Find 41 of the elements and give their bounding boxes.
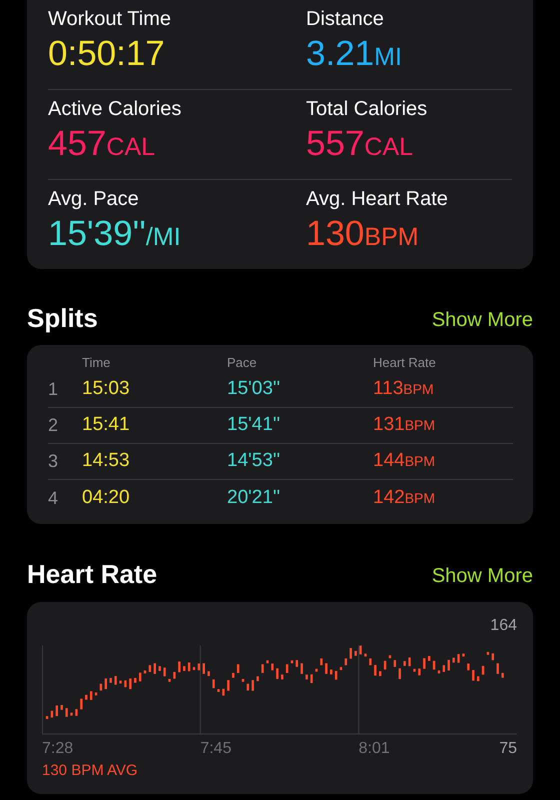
show-more-link[interactable]: Show More — [432, 562, 533, 590]
time-axis-label: 7:45 — [200, 739, 232, 759]
metric-value: 3.21MI — [306, 33, 402, 75]
metric-label: Avg. Pace — [48, 187, 139, 212]
split-heart-rate: 131BPM — [373, 413, 436, 438]
metric-label: Distance — [306, 7, 384, 32]
metric-value: 557CAL — [306, 123, 414, 165]
split-number: 4 — [48, 486, 58, 510]
show-more-link[interactable]: Show More — [432, 306, 533, 334]
split-number: 1 — [48, 378, 58, 401]
time-axis-label: 8:01 — [358, 739, 390, 759]
split-pace: 15'41'' — [227, 413, 280, 438]
time-axis-label: 7:28 — [42, 739, 74, 759]
split-pace: 20'21'' — [227, 486, 280, 510]
metric-value: 457CAL — [48, 123, 156, 165]
split-number: 3 — [48, 450, 58, 473]
split-heart-rate: 144BPM — [373, 449, 436, 474]
metric-label: Active Calories — [48, 97, 182, 122]
metric-value: 15'39''/MI — [48, 213, 181, 255]
section-title: Splits — [27, 302, 98, 334]
chart-max-label: 164 — [490, 616, 517, 636]
chart-min-label: 75 — [499, 739, 517, 759]
metric-label: Total Calories — [306, 97, 428, 122]
metric-label: Avg. Heart Rate — [306, 187, 448, 212]
split-time: 15:41 — [82, 413, 130, 438]
metric-value: 130BPM — [306, 213, 419, 255]
split-heart-rate: 142BPM — [373, 486, 436, 510]
split-pace: 14'53'' — [227, 449, 280, 474]
section-title: Heart Rate — [27, 558, 158, 590]
column-header: Pace — [227, 354, 257, 372]
column-header: Heart Rate — [373, 354, 436, 372]
metric-value: 0:50:17 — [48, 33, 165, 75]
column-header: Time — [82, 354, 110, 372]
split-time: 04:20 — [82, 486, 130, 510]
metric-label: Workout Time — [48, 7, 171, 32]
split-number: 2 — [48, 414, 58, 437]
split-heart-rate: 113BPM — [373, 377, 434, 402]
average-heart-rate: 130 BPM AVG — [42, 761, 138, 781]
split-pace: 15'03'' — [227, 377, 280, 402]
split-time: 15:03 — [82, 377, 130, 402]
split-time: 14:53 — [82, 449, 130, 474]
